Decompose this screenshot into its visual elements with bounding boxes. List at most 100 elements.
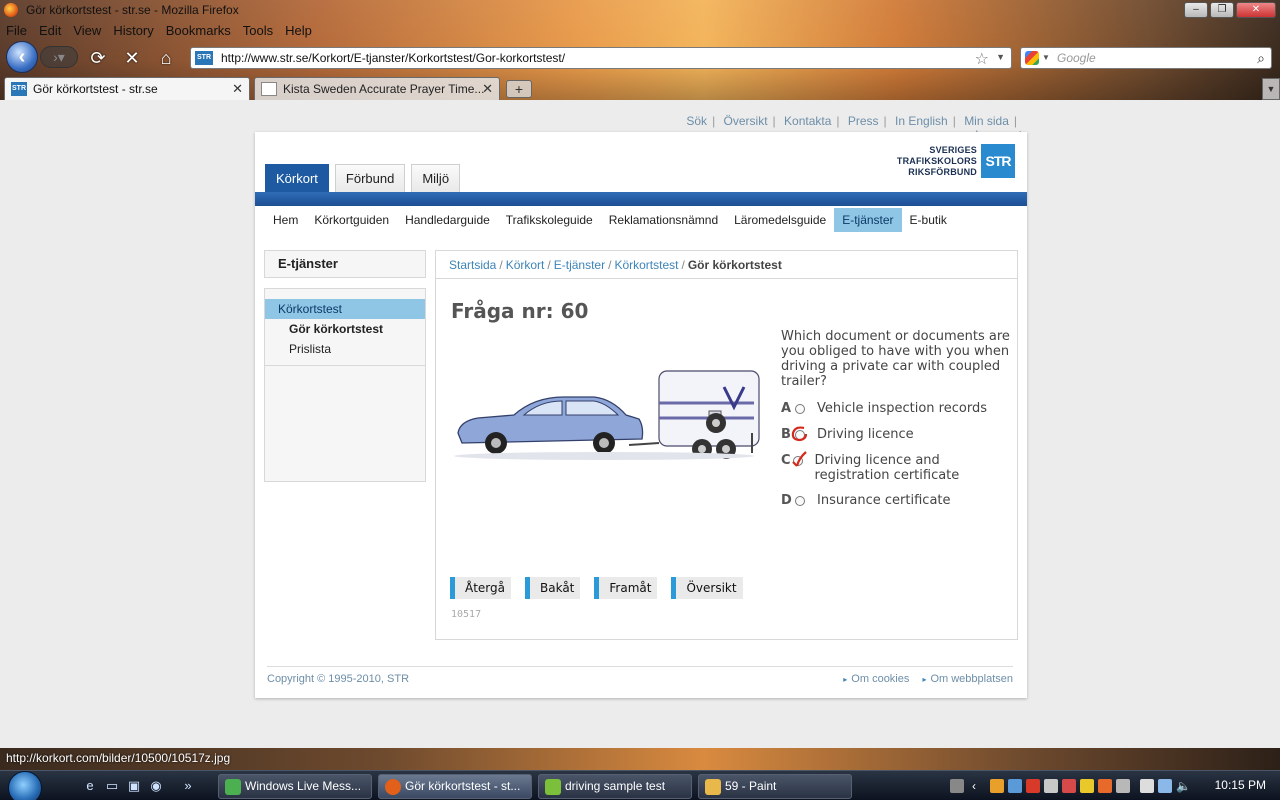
back-arrow-icon: ‹ (18, 46, 26, 68)
crumb-e-tjanster[interactable]: E-tjänster (554, 258, 605, 272)
tray-app-icon[interactable] (990, 779, 1004, 793)
search-input[interactable]: Google (1057, 51, 1096, 65)
subnav-handledarguide[interactable]: Handledarguide (397, 208, 498, 232)
crumb-korkort[interactable]: Körkort (506, 258, 545, 272)
subnav-e-tjanster[interactable]: E-tjänster (834, 208, 902, 232)
tray-app-icon[interactable] (1062, 779, 1076, 793)
tab-miljo[interactable]: Miljö (411, 164, 461, 192)
new-tab-button[interactable]: + (506, 80, 532, 98)
bookmark-star-icon[interactable]: ☆ (975, 49, 989, 69)
oversikt-button[interactable]: Översikt (671, 577, 743, 599)
answer-radio-d[interactable] (795, 496, 805, 506)
str-logo[interactable]: SVERIGES TRAFIKSKOLORS RIKSFÖRBUND STR (897, 144, 1015, 178)
network-icon[interactable] (1158, 779, 1172, 793)
keyboard-icon[interactable] (950, 779, 964, 793)
menu-help[interactable]: Help (279, 23, 318, 38)
crumb-startsida[interactable]: Startsida (449, 258, 496, 272)
answer-radio-a[interactable] (795, 404, 805, 414)
site-identity-icon[interactable]: STR (195, 51, 213, 65)
framat-button[interactable]: Framåt (594, 577, 658, 599)
tab-gor-korkortstest[interactable]: STR Gör körkortstest - str.se ✕ (4, 77, 250, 100)
engine-dropdown-icon[interactable]: ▼ (1042, 53, 1050, 62)
switch-windows-icon[interactable]: ▣ (126, 778, 142, 794)
logo-line-3: RIKSFÖRBUND (908, 166, 977, 177)
minimize-button[interactable]: – (1184, 2, 1208, 18)
home-icon[interactable]: ⌂ (156, 48, 176, 68)
menu-history[interactable]: History (107, 23, 159, 38)
main-tabs: Körkort Förbund Miljö (265, 164, 461, 192)
close-tab-icon[interactable]: ✕ (482, 81, 493, 97)
taskbar-item-messenger[interactable]: Windows Live Mess... (218, 774, 372, 799)
answer-option-d[interactable]: D Insurance certificate (781, 493, 1011, 519)
url-bar[interactable]: STR http://www.str.se/Korkort/E-tjanster… (190, 47, 1012, 69)
tray-app-icon[interactable] (1098, 779, 1112, 793)
menu-view[interactable]: View (67, 23, 107, 38)
footer-links: ▸ Om cookies ▸ Om webbplatsen (833, 673, 1013, 685)
answer-option-a[interactable]: A Vehicle inspection records (781, 401, 1011, 427)
subnav-laromedelsguide[interactable]: Läromedelsguide (726, 208, 834, 232)
answer-option-c[interactable]: C Driving licence and registration certi… (781, 451, 1011, 493)
show-desktop-icon[interactable]: ▭ (104, 778, 120, 794)
close-tab-icon[interactable]: ✕ (232, 81, 243, 97)
tray-app-icon[interactable] (1026, 779, 1040, 793)
subnav-trafikskoleguide[interactable]: Trafikskoleguide (498, 208, 601, 232)
maximize-button[interactable]: ❐ (1210, 2, 1234, 18)
sidebar-item-prislista[interactable]: Prislista (265, 339, 425, 359)
search-icon[interactable]: ⌕ (1257, 50, 1265, 67)
clock[interactable]: 10:15 PM (1215, 778, 1266, 792)
link-oversikt[interactable]: Översikt (724, 114, 768, 128)
sub-navigation: Hem Körkortguiden Handledarguide Trafiks… (255, 206, 1027, 234)
tray-app-icon[interactable] (1044, 779, 1058, 793)
footer: Copyright © 1995-2010, STR ▸ Om cookies ▸… (267, 666, 1013, 685)
subnav-hem[interactable]: Hem (265, 208, 306, 232)
menu-bookmarks[interactable]: Bookmarks (160, 23, 237, 38)
answer-option-b[interactable]: B Driving licence (781, 426, 1011, 453)
ie-icon[interactable]: e (82, 778, 98, 794)
tray-expand-icon[interactable]: ‹ (972, 779, 986, 793)
link-om-cookies[interactable]: Om cookies (851, 673, 909, 685)
start-button[interactable] (8, 771, 42, 800)
tab-forbund[interactable]: Förbund (334, 164, 406, 192)
taskbar-item-firefox[interactable]: Gör körkortstest - st... (378, 774, 532, 799)
taskbar-item-document[interactable]: driving sample test (538, 774, 692, 799)
volume-icon[interactable]: 🔈 (1176, 779, 1191, 793)
menu-tools[interactable]: Tools (237, 23, 279, 38)
reload-icon[interactable]: ⟳ (88, 48, 108, 68)
link-press[interactable]: Press (848, 114, 879, 128)
search-bar[interactable]: ▼ Google ⌕ (1020, 47, 1272, 69)
status-bar: http://korkort.com/bilder/10500/10517z.j… (0, 748, 1280, 770)
bakat-button[interactable]: Bakåt (525, 577, 581, 599)
subnav-korkortguiden[interactable]: Körkortguiden (306, 208, 397, 232)
sidebar-item-korkortstest[interactable]: Körkortstest (265, 299, 425, 319)
taskbar-item-paint[interactable]: 59 - Paint (698, 774, 852, 799)
link-sok[interactable]: Sök (686, 114, 707, 128)
tray-app-icon[interactable] (1116, 779, 1130, 793)
tray-app-icon[interactable] (1008, 779, 1022, 793)
tray-app-icon[interactable] (1080, 779, 1094, 793)
link-om-webbplatsen[interactable]: Om webbplatsen (930, 673, 1013, 685)
link-in-english[interactable]: In English (895, 114, 948, 128)
sidebar-item-gor-korkortstest[interactable]: Gör körkortstest (265, 319, 425, 339)
forward-button[interactable]: ›▾ (40, 46, 78, 68)
firefox-icon (385, 779, 401, 795)
back-button[interactable]: ‹ (6, 41, 38, 73)
url-text[interactable]: http://www.str.se/Korkort/E-tjanster/Kor… (221, 51, 565, 65)
google-engine-icon[interactable] (1025, 51, 1039, 65)
link-kontakta[interactable]: Kontakta (784, 114, 831, 128)
more-quicklaunch-icon[interactable]: » (180, 778, 196, 794)
subnav-reklamationsnamnd[interactable]: Reklamationsnämnd (601, 208, 726, 232)
menu-edit[interactable]: Edit (33, 23, 67, 38)
menu-file[interactable]: File (0, 23, 33, 38)
crumb-korkortstest[interactable]: Körkortstest (614, 258, 678, 272)
battery-icon[interactable] (1140, 779, 1154, 793)
close-window-button[interactable]: ✕ (1236, 2, 1276, 18)
atergå-button[interactable]: Återgå (450, 577, 511, 599)
url-dropdown-icon[interactable]: ▼ (996, 52, 1005, 62)
stop-icon[interactable]: ✕ (122, 48, 142, 68)
subnav-e-butik[interactable]: E-butik (902, 208, 955, 232)
tab-kista-prayer-times[interactable]: Kista Sweden Accurate Prayer Time... ✕ (254, 77, 500, 100)
link-min-sida[interactable]: Min sida (964, 114, 1009, 128)
firefox-quicklaunch-icon[interactable]: ◉ (148, 778, 164, 794)
list-all-tabs-button[interactable]: ▼ (1262, 78, 1280, 100)
tab-korkort[interactable]: Körkort (265, 164, 329, 192)
